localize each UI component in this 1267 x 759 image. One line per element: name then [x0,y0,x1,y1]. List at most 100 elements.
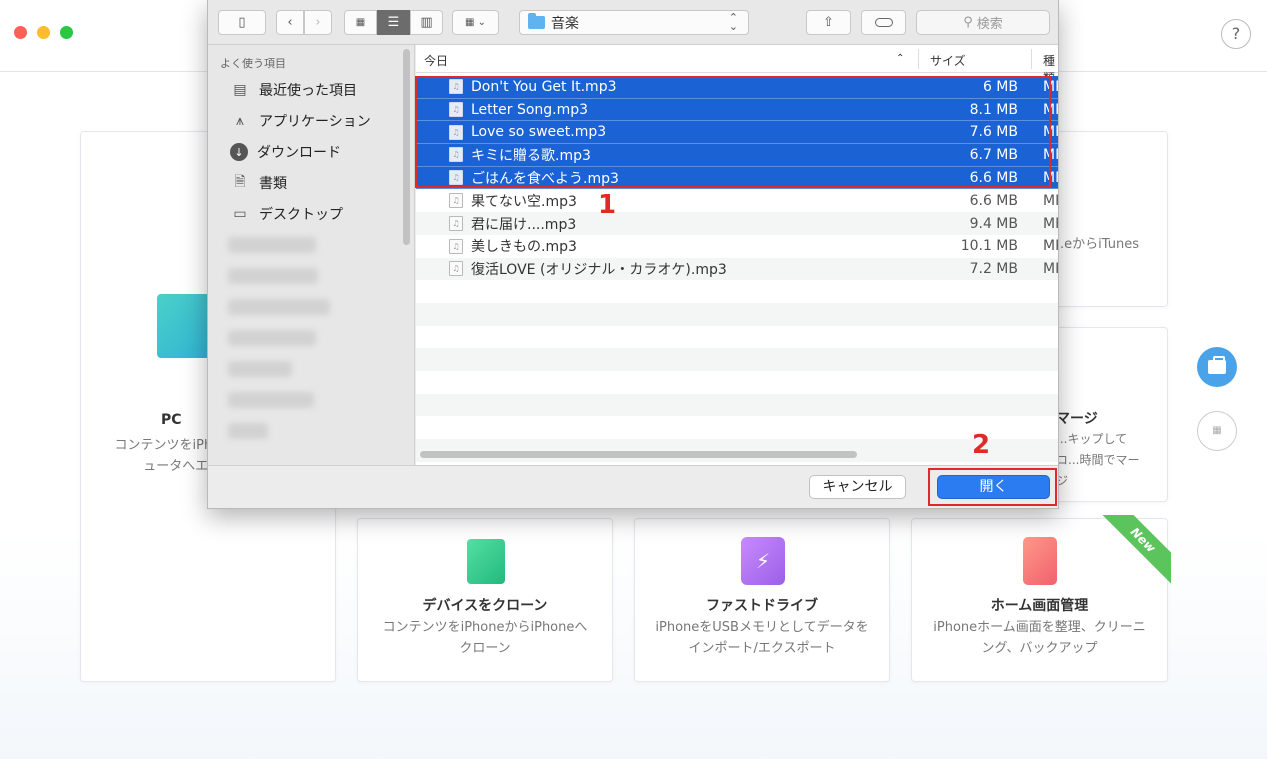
blurred-item [228,299,330,315]
empty-row [416,303,1058,326]
column-separator [1031,49,1032,69]
card-home-screen[interactable]: ホーム画面管理 iPhoneホーム画面を整理、クリーニング、バックアップ New [911,515,1171,682]
chevron-right-icon: › [315,15,321,30]
annotation-box-open-button [928,468,1057,506]
sidebar-item-label: 書類 [259,176,287,192]
sidebar-item-recents[interactable]: ▤ 最近使った項目 [230,79,357,101]
column-separator [918,49,919,69]
file-row[interactable]: ♫ 美しきもの.mp3 10.1 MB MP [416,235,1058,258]
file-row[interactable]: ♫ 復活LOVE (オリジナル・カラオケ).mp3 7.2 MB MP [416,257,1058,281]
documents-icon: 🗎 [234,174,246,190]
file-name: 果てない空.mp3 [471,193,577,210]
column-view-button[interactable]: ▥ [410,10,443,35]
dialog-toolbar: ▯ ‹ › ▦ ☰ ▥ ▦ ⌄ 音楽 ⌃ ⌄ ⇧ ⚲ 検索 [208,0,1058,45]
sidebar-icon: ▯ [238,15,246,30]
sidebar-item-label: アプリケーション [259,114,371,130]
file-kind: MP [1043,260,1058,277]
search-input[interactable]: ⚲ 検索 [916,10,1050,35]
minimize-window-button[interactable] [37,26,50,39]
path-popup[interactable]: 音楽 ⌃ ⌄ [519,10,749,35]
file-size: 7.2 MB [969,260,1018,277]
share-icon: ⇧ [823,15,834,30]
fast-drive-icon: ⚡ [741,537,785,585]
column-size-header[interactable]: サイズ [930,52,966,69]
file-kind: MP [1043,238,1058,255]
home-screen-icon [1023,537,1057,585]
file-size: 10.1 MB [960,238,1018,255]
help-button[interactable]: ? [1221,19,1251,49]
file-list-header: 今日 ⌃ サイズ 種類 [416,45,1058,85]
card-title: ファストドライブ [706,598,818,614]
card-title: ホーム画面管理 [990,598,1089,614]
new-badge: New [1097,515,1171,589]
share-button[interactable]: ⇧ [806,10,851,35]
icon-view-icon: ▦ [355,17,366,28]
file-kind: MP [1043,215,1058,232]
desktop-icon: ▭ [233,206,247,222]
file-size: 6.6 MB [969,192,1018,209]
annotation-step-2: 2 [972,430,991,460]
horizontal-scrollbar[interactable] [420,451,857,458]
annotation-step-1: 1 [598,190,617,220]
tags-button[interactable] [861,10,906,35]
empty-row [416,348,1058,372]
empty-row [416,393,1058,417]
group-icon: ▦ ⌄ [464,17,486,28]
back-button[interactable]: ‹ [276,10,304,35]
sidebar-item-applications[interactable]: ⩚ アプリケーション [230,110,371,132]
blurred-item [228,392,314,408]
icon-view-button[interactable]: ▦ [344,10,377,35]
tag-icon [874,18,893,27]
sidebar-scrollbar[interactable] [403,49,410,245]
file-size: 9.4 MB [969,215,1018,232]
card-clone-device[interactable]: デバイスをクローン コンテンツをiPhoneからiPhoneへクローン [357,518,613,682]
list-view-button[interactable]: ☰ [377,10,410,35]
briefcase-icon [1208,356,1226,374]
applications-icon: ⩚ [236,113,244,129]
search-placeholder: 検索 [976,17,1003,32]
apps-grid-button[interactable]: ▦ [1197,411,1237,451]
sidebar-item-label: デスクトップ [259,207,343,223]
zoom-window-button[interactable] [60,26,73,39]
sidebar-item-documents[interactable]: 🗎 書類 [230,172,287,194]
search-icon: ⚲ [963,15,973,30]
file-row[interactable]: ♫ 果てない空.mp3 6.6 MB MP [416,190,1058,213]
list-view-icon: ☰ [387,15,400,30]
close-window-button[interactable] [14,26,27,39]
cancel-button[interactable]: キャンセル [809,475,906,499]
column-view-icon: ▥ [420,15,433,30]
toolkit-button[interactable] [1197,347,1237,387]
card-fast-drive[interactable]: ⚡ ファストドライブ iPhoneをUSBメモリとしてデータをインポート/エクス… [634,518,890,682]
audio-file-icon: ♫ [449,261,463,277]
card-desc: コンテンツをiPhoneからiPhoneへクローン [382,620,588,656]
chevron-left-icon: ‹ [287,15,293,30]
annotation-box-selected-files [415,76,1051,188]
forward-button[interactable]: › [304,10,332,35]
file-name: 美しきもの.mp3 [471,239,577,256]
sidebar-item-desktop[interactable]: ▭ デスクトップ [230,203,343,225]
folder-icon [528,13,545,29]
sidebar-item-downloads[interactable]: ↓ ダウンロード [230,141,341,163]
empty-row [416,371,1058,394]
group-by-button[interactable]: ▦ ⌄ [452,10,499,35]
blurred-item [228,330,316,346]
blurred-item [228,361,292,377]
sidebar-item-label: ダウンロード [257,145,341,161]
clone-phone-icon [467,539,505,584]
empty-row [416,326,1058,349]
recents-icon: ▤ [233,82,247,98]
file-name: 君に届け....mp3 [471,216,577,233]
blurred-item [228,237,316,253]
sort-ascending-icon: ⌃ [896,53,905,64]
updown-icon: ⌃ ⌄ [728,11,738,33]
blurred-item [228,268,318,284]
file-name: 復活LOVE (オリジナル・カラオケ).mp3 [471,261,727,278]
empty-row [416,280,1058,303]
toggle-sidebar-button[interactable]: ▯ [218,10,266,35]
dialog-sidebar: よく使う項目 ▤ 最近使った項目 ⩚ アプリケーション ↓ ダウンロード 🗎 書… [208,45,415,465]
file-row[interactable]: ♫ 君に届け....mp3 9.4 MB MP [416,212,1058,235]
path-label: 音楽 [551,15,579,32]
card-desc: iPhoneホーム画面を整理、クリーニング、バックアップ [933,620,1146,656]
column-name-header[interactable]: 今日 [424,52,448,69]
grid-icon: ▦ [1212,425,1222,436]
